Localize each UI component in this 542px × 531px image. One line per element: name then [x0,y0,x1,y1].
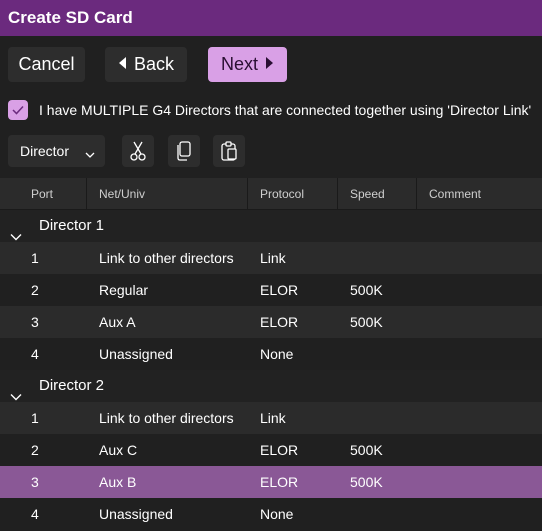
net-univ-cell: Aux C [99,442,138,458]
column-divider[interactable] [86,178,87,210]
speed-cell: 500K [350,314,383,330]
net-univ-cell: Unassigned [99,346,173,362]
group-header-director-2[interactable]: Director 2 [0,370,542,402]
multiple-directors-option[interactable]: I have MULTIPLE G4 Directors that are co… [8,100,531,120]
port-cell: 3 [31,474,39,490]
column-header-speed[interactable]: Speed [350,178,385,210]
net-univ-cell: Link to other directors [99,250,234,266]
group-title: Director 1 [39,217,105,234]
table-row[interactable]: 2 Aux C ELOR 500K [0,434,542,466]
group-by-value: Director [20,143,70,159]
next-button-label: Next [220,54,258,74]
port-cell: 4 [31,506,39,522]
protocol-cell: ELOR [260,282,299,298]
protocol-cell: None [260,506,294,522]
group-header-director-1[interactable]: Director 1 [0,210,542,242]
chevron-right-icon [264,56,274,73]
speed-cell: 500K [350,282,383,298]
column-header-net-univ[interactable]: Net/Univ [99,178,145,210]
net-univ-cell: Aux A [99,314,136,330]
port-cell: 4 [31,346,39,362]
protocol-cell: ELOR [260,442,299,458]
speed-cell: 500K [350,442,383,458]
column-divider[interactable] [416,178,417,210]
net-univ-cell: Unassigned [99,506,173,522]
back-button-label: Back [133,54,175,74]
port-cell: 3 [31,314,39,330]
column-header-comment[interactable]: Comment [429,178,481,210]
protocol-cell: Link [260,250,286,266]
speed-cell: 500K [350,474,383,490]
next-button[interactable]: Next [208,47,287,82]
table-row[interactable]: 3 Aux A ELOR 500K [0,306,542,338]
copy-icon [177,141,191,161]
net-univ-cell: Regular [99,282,149,298]
column-divider[interactable] [337,178,338,210]
table-row[interactable]: 4 Unassigned None [0,338,542,370]
net-univ-cell: Aux B [99,474,137,490]
grid-header: Port Net/Univ Protocol Speed Comment [0,178,542,210]
net-univ-cell: Link to other directors [99,410,234,426]
table-row[interactable]: 2 Regular ELOR 500K [0,274,542,306]
copy-button[interactable] [168,135,200,167]
table-row-selected[interactable]: 3 Aux B ELOR 500K [0,466,542,498]
multiple-directors-checkbox[interactable] [8,100,28,120]
port-cell: 2 [31,442,39,458]
paste-button[interactable] [213,135,245,167]
table-row[interactable]: 4 Unassigned None [0,498,542,530]
protocol-cell: ELOR [260,314,299,330]
group-by-dropdown[interactable]: Director [8,135,105,167]
group-title: Director 2 [39,377,105,394]
protocol-cell: ELOR [260,474,299,490]
back-button[interactable]: Back [105,47,187,82]
chevron-down-icon [85,146,95,162]
chevron-left-icon [118,56,128,73]
cut-button[interactable] [122,135,154,167]
ports-grid: Port Net/Univ Protocol Speed Comment Dir… [0,178,542,530]
port-cell: 2 [31,282,39,298]
checkmark-icon [12,105,24,115]
cancel-button[interactable]: Cancel [8,47,85,82]
table-row[interactable]: 1 Link to other directors Link [0,402,542,434]
column-header-protocol[interactable]: Protocol [260,178,304,210]
cancel-button-label: Cancel [18,54,75,74]
multiple-directors-label: I have MULTIPLE G4 Directors that are co… [39,102,532,118]
column-divider[interactable] [247,178,248,210]
protocol-cell: Link [260,410,286,426]
window-title: Create SD Card [0,0,542,36]
paste-icon [221,141,237,161]
column-header-port[interactable]: Port [31,178,53,210]
protocol-cell: None [260,346,294,362]
scissors-icon [130,141,146,161]
port-cell: 1 [31,250,39,266]
port-cell: 1 [31,410,39,426]
table-row[interactable]: 1 Link to other directors Link [0,242,542,274]
